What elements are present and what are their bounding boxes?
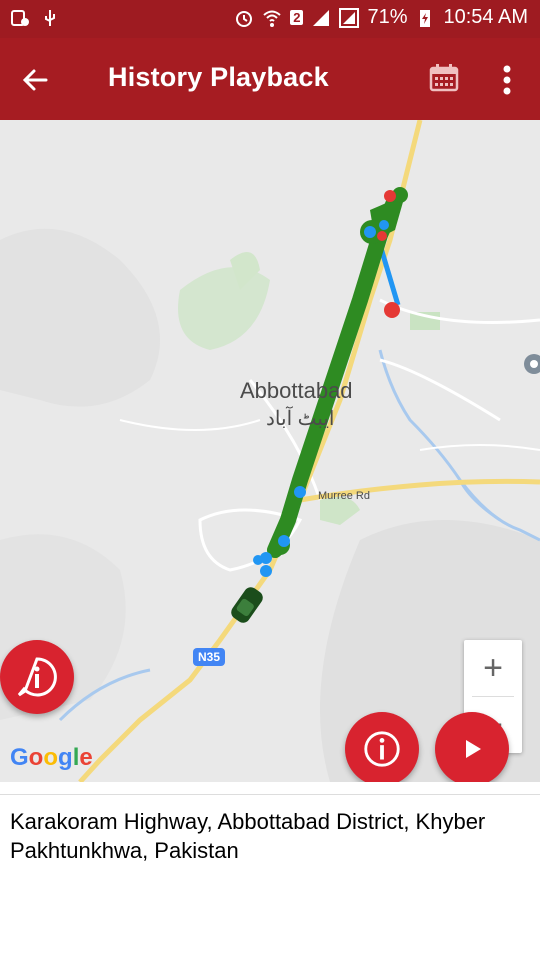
notification-icon: [11, 10, 29, 26]
battery-charging-icon: [420, 9, 431, 27]
highway-shield: N35: [193, 648, 226, 666]
map-road-label: Murree Rd: [318, 490, 370, 502]
clock: 10:54 AM: [443, 6, 528, 28]
info-button-left[interactable]: [0, 640, 74, 714]
info-button-right[interactable]: [345, 712, 419, 782]
google-logo: Google: [10, 744, 93, 771]
play-icon: [466, 740, 481, 758]
wifi-calling-icon: [263, 10, 281, 27]
calendar-icon[interactable]: [428, 62, 460, 94]
usb-icon: [45, 10, 55, 26]
app-toolbar: History Playback: [0, 38, 540, 120]
map-canvas: [0, 120, 540, 782]
zoom-in-button[interactable]: +: [464, 640, 522, 696]
alarm-icon: [236, 10, 253, 27]
map-city-label: Abbottabad: [240, 378, 353, 403]
arrow-back-icon[interactable]: [16, 60, 56, 100]
signal-icon: [313, 9, 330, 26]
map-view[interactable]: Abbottabad ایبٹ آباد Murree Rd N35 Googl…: [0, 120, 540, 782]
more-vert-icon[interactable]: [494, 60, 520, 100]
battery-percent: 71%: [367, 6, 408, 28]
info-icon: [17, 657, 57, 697]
stop-marker: [384, 302, 400, 318]
status-bar: 2 71% 10:54 AM: [0, 0, 540, 38]
page-title: History Playback: [108, 62, 329, 92]
sim-badge: 2: [290, 10, 304, 25]
signal-2-icon: [339, 7, 360, 28]
address-text: Karakoram Highway, Abbottabad District, …: [10, 809, 486, 863]
play-button[interactable]: [435, 712, 509, 782]
map-city-label-urdu: ایبٹ آباد: [266, 408, 335, 430]
info-icon: [364, 731, 400, 767]
address-panel: Karakoram Highway, Abbottabad District, …: [0, 794, 540, 961]
